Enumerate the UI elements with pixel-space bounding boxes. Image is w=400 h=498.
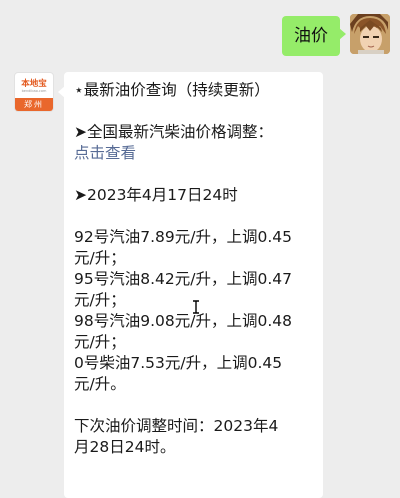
anime-avatar-icon [350, 14, 390, 54]
next-adjust-line: 下次油价调整时间：2023年4 [74, 417, 279, 435]
user-avatar[interactable] [350, 14, 390, 54]
price-line-unit: 元/升； [74, 249, 126, 267]
outgoing-text: 油价 [294, 26, 328, 46]
price-line: 92号汽油7.89元/升，上调0.45 [74, 228, 292, 246]
incoming-message: 本地宝 bendibao.com 郑州 ⋆最新油价查询（持续更新） ➤全国最新汽… [14, 72, 323, 498]
price-line-unit: 元/升； [74, 333, 126, 351]
next-adjust-line: 月28日24时。 [74, 438, 176, 456]
sender-avatar[interactable]: 本地宝 bendibao.com 郑州 [14, 72, 54, 112]
text-cursor-icon [193, 300, 199, 314]
incoming-bubble[interactable]: ⋆最新油价查询（持续更新） ➤全国最新汽柴油价格调整： 点击查看 ➤2023年4… [58, 72, 323, 498]
outgoing-message: 油价 [282, 14, 390, 56]
outgoing-bubble[interactable]: 油价 [282, 16, 346, 56]
view-link[interactable]: 点击查看 [74, 143, 311, 164]
message-title: ⋆最新油价查询（持续更新） [74, 81, 270, 99]
brand-logo: 本地宝 bendibao.com [15, 73, 53, 99]
brand-site: bendibao.com [21, 88, 47, 93]
price-line: 98号汽油9.08元/升，上调0.48 [74, 312, 292, 330]
price-line: 95号汽油8.42元/升，上调0.47 [74, 270, 292, 288]
section-label: ➤全国最新汽柴油价格调整： [74, 123, 273, 141]
brand-city: 郑州 [15, 98, 53, 111]
date-line: ➤2023年4月17日24时 [74, 186, 238, 204]
brand-name: 本地宝 [21, 78, 47, 89]
price-line: 0号柴油7.53元/升，上调0.45 [74, 354, 283, 372]
price-line-unit: 元/升。 [74, 375, 126, 393]
